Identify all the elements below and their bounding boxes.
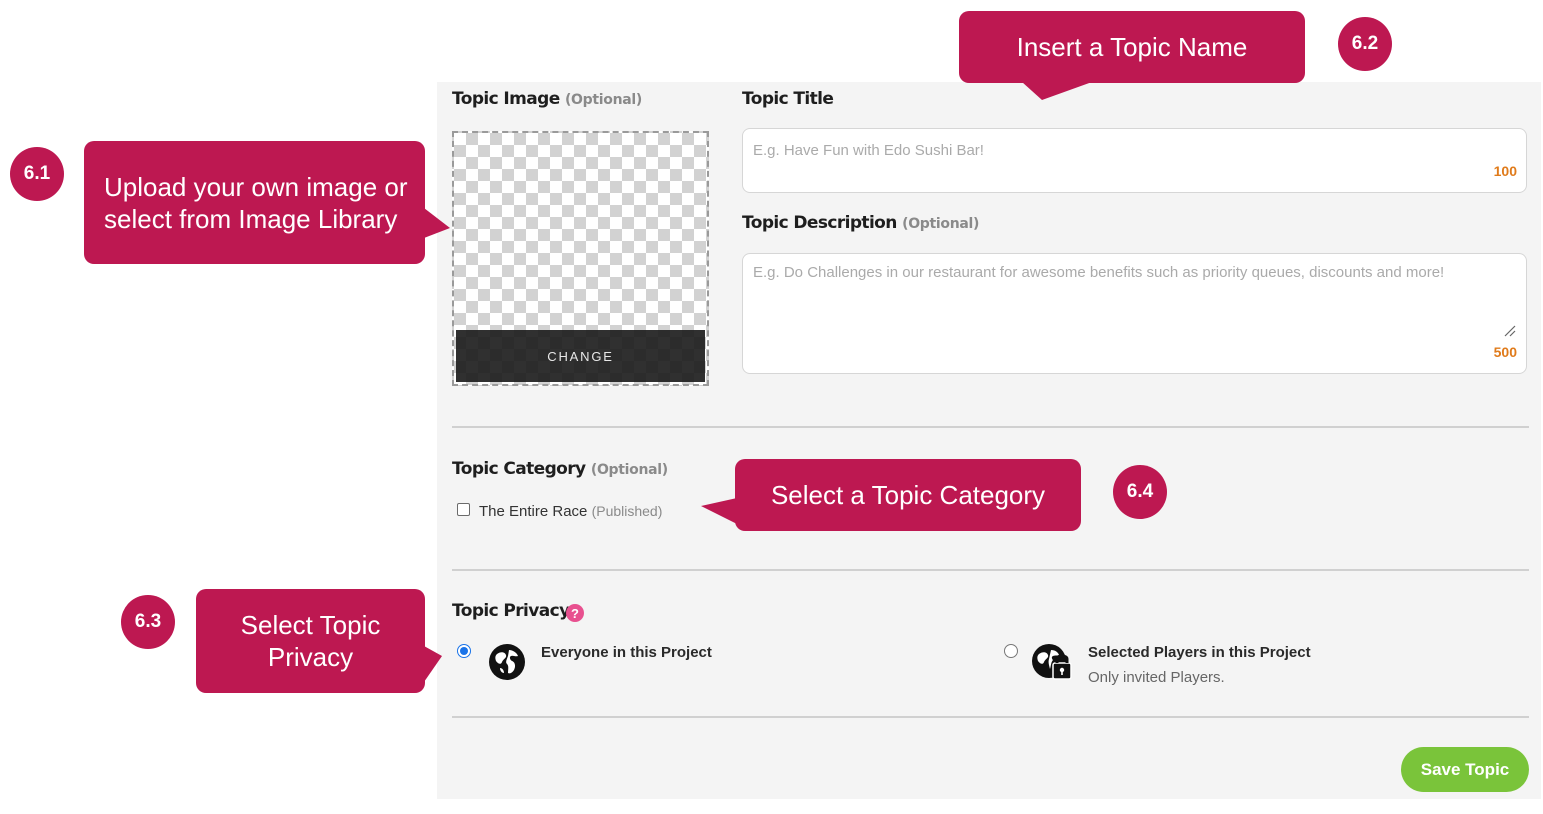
topic-title-field[interactable]: 100 <box>742 128 1527 193</box>
privacy-option-selected-title: Selected Players in this Project <box>1088 644 1311 661</box>
privacy-option-selected-subtitle: Only invited Players. <box>1088 669 1225 686</box>
topic-category-label: Topic Category (Optional) <box>452 459 668 479</box>
topic-description-label: Topic Description (Optional) <box>742 213 980 233</box>
callout-pointer <box>424 646 442 682</box>
privacy-radio-selected[interactable] <box>1004 644 1018 658</box>
topic-image-label: Topic Image (Optional) <box>452 89 642 109</box>
topic-title-input[interactable] <box>743 129 1526 172</box>
category-item-label[interactable]: The Entire Race (Published) <box>479 503 662 520</box>
description-char-counter: 500 <box>1493 344 1517 360</box>
category-checkbox[interactable] <box>457 503 470 516</box>
topic-image-uploader[interactable]: CHANGE <box>452 131 709 386</box>
globe-lock-icon <box>1032 644 1072 680</box>
globe-icon <box>489 644 525 680</box>
callout-pointer <box>701 498 737 524</box>
privacy-radio-everyone[interactable] <box>457 644 471 658</box>
callout-pointer <box>424 208 450 238</box>
topic-privacy-label: Topic Privacy <box>452 601 570 621</box>
callout-topic-category: Select a Topic Category <box>735 459 1081 531</box>
callout-topic-privacy: Select Topic Privacy <box>196 589 425 693</box>
step-badge-6-1: 6.1 <box>10 147 64 201</box>
privacy-option-everyone-title: Everyone in this Project <box>541 644 712 661</box>
step-badge-6-3: 6.3 <box>121 595 175 649</box>
section-divider <box>452 569 1529 571</box>
topic-description-textarea[interactable] <box>743 254 1526 324</box>
callout-pointer <box>1022 82 1092 100</box>
change-image-button[interactable]: CHANGE <box>456 330 705 382</box>
callout-topic-name: Insert a Topic Name <box>959 11 1305 83</box>
topic-title-label: Topic Title <box>742 89 834 109</box>
resize-handle-icon[interactable] <box>1504 325 1516 337</box>
save-topic-button[interactable]: Save Topic <box>1401 747 1529 792</box>
step-badge-6-2: 6.2 <box>1338 17 1392 71</box>
step-badge-6-4: 6.4 <box>1113 465 1167 519</box>
callout-upload-image: Upload your own image or select from Ima… <box>84 141 425 264</box>
help-icon[interactable]: ? <box>566 604 584 622</box>
title-char-counter: 100 <box>1493 163 1517 179</box>
section-divider <box>452 426 1529 428</box>
section-divider <box>452 716 1529 718</box>
topic-description-field[interactable]: 500 <box>742 253 1527 374</box>
